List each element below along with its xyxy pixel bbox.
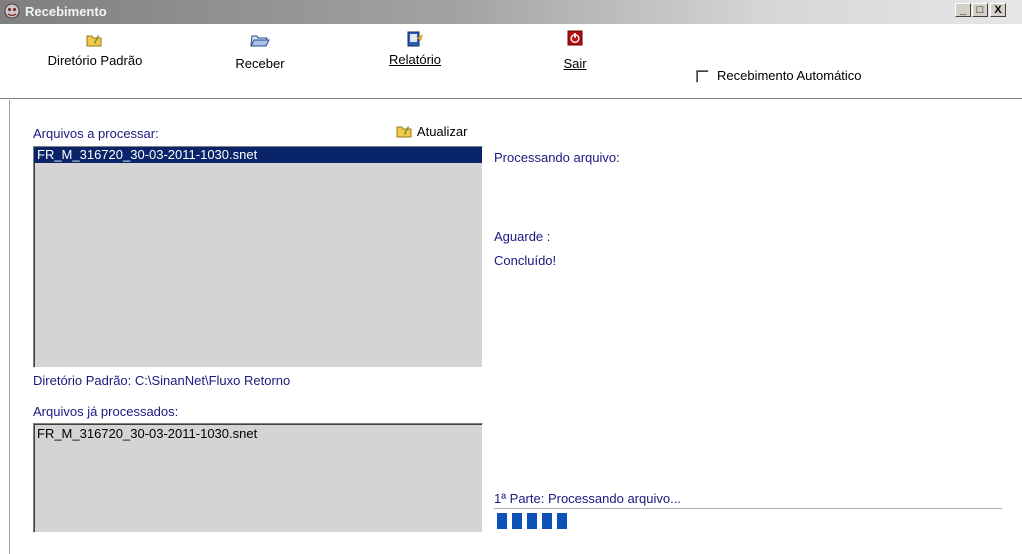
receive-label: Receber	[235, 56, 285, 71]
auto-receive-checkbox[interactable]	[696, 70, 709, 83]
part-status-label: 1ª Parte: Processando arquivo...	[494, 491, 681, 506]
processing-file-label: Processando arquivo:	[494, 150, 620, 165]
progress-block	[542, 513, 552, 529]
progress-track-line	[494, 508, 1002, 509]
report-button[interactable]: Relatório	[370, 24, 460, 98]
progress-bar	[495, 510, 575, 530]
report-label-text: Relatório	[388, 52, 442, 67]
minimize-button[interactable]: _	[955, 3, 971, 17]
report-label: Relatório	[370, 52, 460, 67]
default-directory-button[interactable]: Diretório Padrão	[30, 24, 160, 98]
power-icon	[567, 30, 583, 46]
auto-receive-label[interactable]: Recebimento Automático	[717, 68, 862, 83]
progress-block	[497, 513, 507, 529]
processed-files-list[interactable]: FR_M_316720_30-03-2011-1030.snet	[33, 423, 483, 533]
list-item[interactable]: FR_M_316720_30-03-2011-1030.snet	[34, 426, 482, 442]
app-icon	[4, 3, 20, 19]
open-folder-icon	[250, 35, 270, 47]
maximize-button[interactable]: □	[972, 3, 988, 17]
exit-button[interactable]: Sair	[530, 24, 620, 98]
default-directory-path: Diretório Padrão: C:\SinanNet\Fluxo Reto…	[33, 373, 291, 388]
exit-label: Sair	[530, 56, 620, 71]
processed-files-label: Arquivos já processados:	[33, 404, 179, 419]
progress-block	[527, 513, 537, 529]
content-left-border	[9, 100, 10, 554]
exit-label-text: Sair	[563, 56, 587, 71]
title-bar[interactable]: Recebimento _ □ X	[0, 0, 1022, 24]
close-button[interactable]: X	[990, 3, 1006, 17]
files-to-process-list[interactable]: FR_M_316720_30-03-2011-1030.snet	[33, 146, 483, 368]
folder-icon	[86, 35, 102, 47]
done-label: Concluído!	[494, 253, 557, 268]
refresh-button[interactable]: Atualizar	[396, 123, 467, 139]
toolbar: Diretório Padrão Receber Relatório Sair …	[0, 24, 1022, 98]
toolbar-separator-highlight	[0, 99, 1022, 100]
files-to-process-label: Arquivos a processar:	[33, 126, 159, 141]
window-title: Recebimento	[25, 4, 107, 19]
wait-label: Aguarde :	[494, 229, 551, 244]
receive-button[interactable]: Receber	[215, 24, 305, 98]
default-directory-label: Diretório Padrão	[47, 53, 143, 68]
report-icon	[407, 31, 423, 47]
refresh-label: Atualizar	[416, 124, 468, 139]
folder-refresh-icon	[396, 126, 412, 138]
progress-block	[512, 513, 522, 529]
progress-block	[557, 513, 567, 529]
list-item[interactable]: FR_M_316720_30-03-2011-1030.snet	[34, 147, 482, 163]
